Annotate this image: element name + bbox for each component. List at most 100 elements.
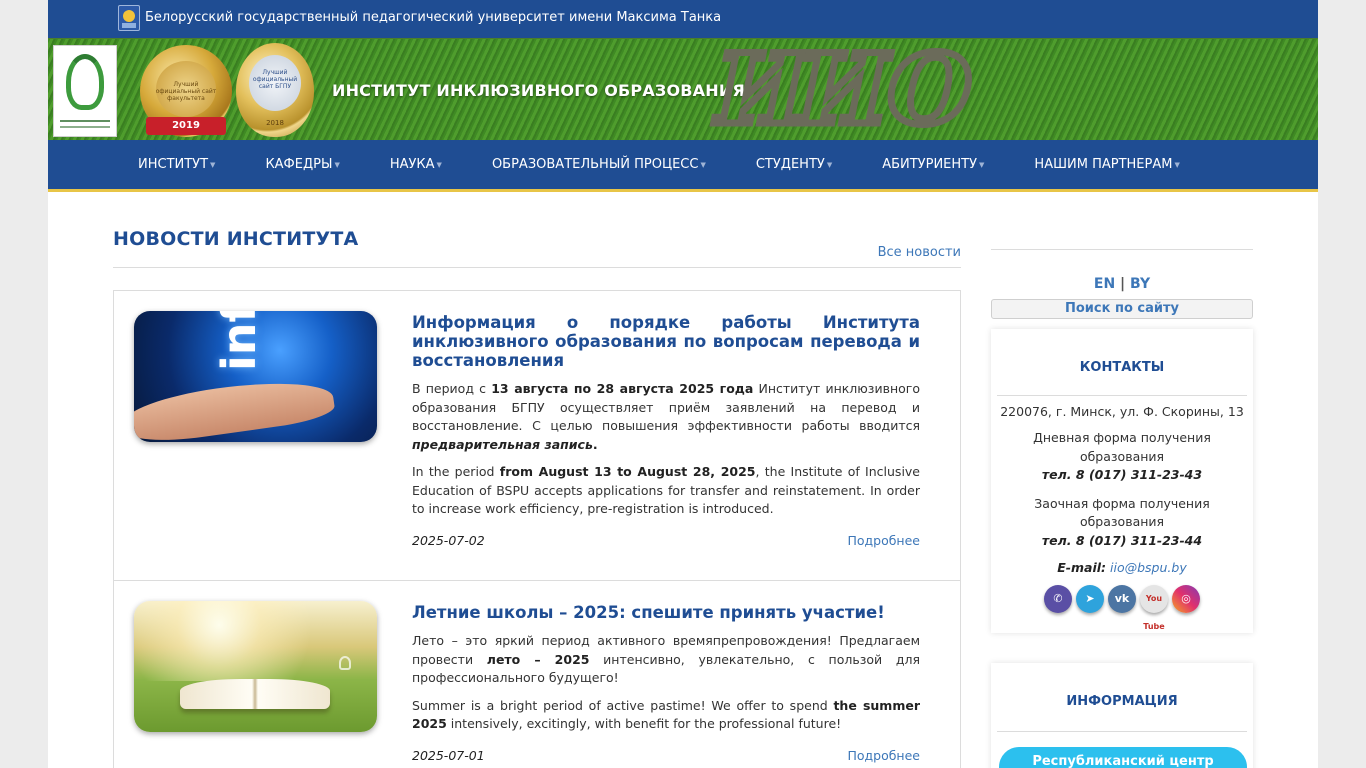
open-book-image xyxy=(180,679,330,709)
best-faculty-site-medal: Лучший официальный сайт факультета 2019 xyxy=(140,45,232,137)
nav-item-partners[interactable]: НАШИМ ПАРТНЕРАМ ▼ xyxy=(1034,140,1179,189)
text-fragment: В период с xyxy=(412,381,492,396)
hand-logo-icon xyxy=(66,54,104,110)
lang-by-link[interactable]: BY xyxy=(1130,276,1150,292)
best-university-site-medal: Лучший официальный сайт БГПУ 2018 xyxy=(236,43,314,137)
news-date: 2025-07-02 xyxy=(412,533,485,548)
nav-label: НАУКА xyxy=(389,157,435,172)
news-meta: 2025-07-02 Подробнее xyxy=(412,533,920,548)
people-letter: И xyxy=(713,33,811,146)
text-bold: 13 августа по 28 августа 2025 года xyxy=(491,381,754,396)
news-section: НОВОСТИ ИНСТИТУТА Все новости info Инфор… xyxy=(113,228,961,768)
logo-caption-line xyxy=(60,120,110,122)
medal-text: Лучший официальный сайт БГПУ xyxy=(252,69,298,90)
text-fragment: intensively, excitingly, with benefit fo… xyxy=(446,716,842,731)
divider xyxy=(113,267,961,268)
medal-year: 2018 xyxy=(266,119,284,127)
youtube-icon[interactable]: You Tube xyxy=(1140,585,1168,631)
news-text-en: Summer is a bright period of active past… xyxy=(412,697,920,734)
contacts-title: КОНТАКТЫ xyxy=(1079,360,1165,375)
nav-item-science[interactable]: НАУКА ▼ xyxy=(390,140,442,189)
instagram-icon[interactable]: ◎ xyxy=(1172,585,1200,613)
information-box: ИНФОРМАЦИЯ Республиканский центр xyxy=(991,663,1253,768)
caret-down-icon: ▼ xyxy=(436,161,442,169)
top-bar: Белорусский государственный педагогическ… xyxy=(48,0,1318,38)
news-title[interactable]: Летние школы – 2025: спешите принять уча… xyxy=(412,603,920,622)
news-thumbnail-book[interactable] xyxy=(134,601,377,732)
nav-item-education-process[interactable]: ОБРАЗОВАТЕЛЬНЫЙ ПРОЦЕСС ▼ xyxy=(492,140,706,189)
news-section-title: НОВОСТИ ИНСТИТУТА xyxy=(113,228,359,250)
viber-icon[interactable]: ✆ xyxy=(1044,585,1072,613)
email-line: E-mail: iio@bspu.by xyxy=(991,560,1253,575)
divider xyxy=(991,249,1253,250)
caret-down-icon: ▼ xyxy=(1174,161,1180,169)
hand-image xyxy=(134,372,337,442)
nav-label: ИНСТИТУТ xyxy=(138,157,209,172)
email-label: E-mail: xyxy=(1057,560,1107,575)
news-card: info Информация о порядке работы Институ… xyxy=(113,290,961,581)
main-nav: ИНСТИТУТ ▼ КАФЕДРЫ ▼ НАУКА ▼ ОБРАЗОВАТЕЛЬНЫ… xyxy=(48,140,1318,192)
language-switcher: EN | BY xyxy=(991,276,1253,292)
lightbulb-icon xyxy=(339,656,351,670)
people-letter: И xyxy=(795,33,893,146)
logo-caption-line xyxy=(60,126,110,128)
news-card-body: Информация о порядке работы Института ин… xyxy=(412,313,920,519)
nav-label: СТУДЕНТУ xyxy=(755,157,825,172)
caret-down-icon: ▼ xyxy=(210,161,216,169)
news-card-body: Летние школы – 2025: спешите принять уча… xyxy=(412,603,920,734)
vk-icon[interactable]: vk xyxy=(1108,585,1136,613)
sidebar: EN | BY Поиск по сайту КОНТАКТЫ 220076, … xyxy=(991,249,1253,768)
caret-down-icon: ▼ xyxy=(334,161,340,169)
social-links: ✆ ➤ vk You Tube ◎ xyxy=(991,585,1253,631)
text-bold: лето – 2025 xyxy=(486,651,590,667)
banner: Лучший официальный сайт факультета 2019 … xyxy=(48,33,1318,146)
nav-label: НАШИМ ПАРТНЕРАМ xyxy=(1034,157,1173,172)
caret-down-icon: ▼ xyxy=(700,161,706,169)
read-more-link[interactable]: Подробнее xyxy=(847,533,920,548)
text-fragment: . xyxy=(592,436,598,452)
divider xyxy=(997,731,1247,732)
text-fragment: Summer is a bright period of active past… xyxy=(412,697,834,713)
medal-text: Лучший официальный сайт факультета xyxy=(155,81,217,102)
email-link[interactable]: iio@bspu.by xyxy=(1110,560,1187,575)
lang-separator: | xyxy=(1120,276,1126,292)
extramural-form-contact: Заочная форма получения образования тел.… xyxy=(991,495,1253,551)
caret-down-icon: ▼ xyxy=(826,161,833,169)
news-title[interactable]: Информация о порядке работы Института ин… xyxy=(412,313,920,370)
university-logo-icon[interactable] xyxy=(118,5,140,31)
people-letter: О xyxy=(885,33,976,146)
day-form-phone[interactable]: тел. 8 (017) 311-23-43 xyxy=(1013,466,1231,485)
news-thumbnail-info[interactable]: info xyxy=(134,311,377,442)
nav-label: АБИТУРИЕНТУ xyxy=(882,157,978,172)
thumbnail-word: info xyxy=(212,311,266,371)
nav-label: КАФЕДРЫ xyxy=(265,157,333,172)
news-text-ru: В период с 13 августа по 28 августа 2025… xyxy=(412,380,920,454)
read-more-link[interactable]: Подробнее xyxy=(847,748,920,763)
all-news-link[interactable]: Все новости xyxy=(878,245,961,260)
lang-en-link[interactable]: EN xyxy=(1094,276,1115,292)
nav-item-applicant[interactable]: АБИТУРИЕНТУ ▼ xyxy=(882,140,984,189)
address: 220076, г. Минск, ул. Ф. Скорины, 13 xyxy=(1000,404,1244,419)
extramural-form-phone[interactable]: тел. 8 (017) 311-23-44 xyxy=(1013,532,1231,551)
site-search-button[interactable]: Поиск по сайту xyxy=(991,299,1253,319)
text-bold-italic: предварительная запись xyxy=(412,436,593,452)
day-form-contact: Дневная форма получения образования тел.… xyxy=(991,429,1253,485)
day-form-label: Дневная форма получения образования xyxy=(1033,430,1211,464)
nav-item-student[interactable]: СТУДЕНТУ ▼ xyxy=(756,140,832,189)
university-title[interactable]: Белорусский государственный педагогическ… xyxy=(145,10,721,25)
institute-title: ИНСТИТУТ ИНКЛЮЗИВНОГО ОБРАЗОВАНИЯ xyxy=(332,81,745,100)
medal-ribbon-year: 2019 xyxy=(146,117,226,135)
news-card: Летние школы – 2025: спешите принять уча… xyxy=(113,580,961,768)
news-meta: 2025-07-01 Подробнее xyxy=(412,748,920,763)
nav-label: ОБРАЗОВАТЕЛЬНЫЙ ПРОЦЕСС xyxy=(491,157,699,172)
nav-item-institute[interactable]: ИНСТИТУТ ▼ xyxy=(138,140,215,189)
nav-item-departments[interactable]: КАФЕДРЫ ▼ xyxy=(265,140,339,189)
news-text-en: In the period from August 13 to August 2… xyxy=(412,463,920,519)
people-formation-image: И И О xyxy=(713,33,976,146)
contacts-box: КОНТАКТЫ 220076, г. Минск, ул. Ф. Скорин… xyxy=(991,329,1253,633)
telegram-icon[interactable]: ➤ xyxy=(1076,585,1104,613)
republican-center-button[interactable]: Республиканский центр xyxy=(999,747,1247,768)
divider xyxy=(997,395,1247,396)
institute-logo[interactable] xyxy=(53,45,117,137)
caret-down-icon: ▼ xyxy=(979,161,985,169)
